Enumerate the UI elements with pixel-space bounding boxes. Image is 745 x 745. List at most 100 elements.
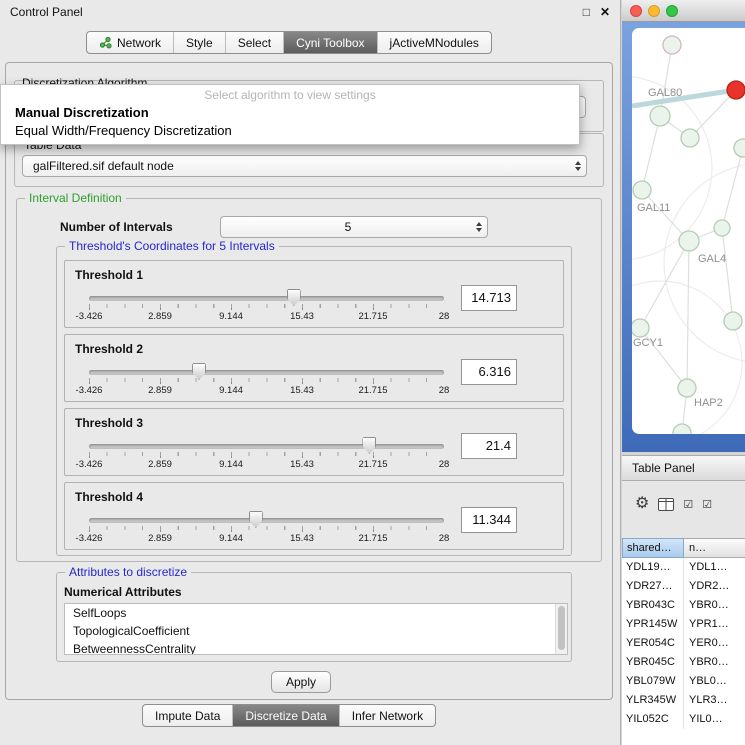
close-icon[interactable]: ✕ <box>600 5 610 19</box>
slider-scale: -3.4262.8599.14415.4321.71528 <box>89 533 444 545</box>
threshold-slider[interactable]: -3.4262.8599.14415.4321.71528 <box>89 437 444 473</box>
slider-track[interactable] <box>89 296 444 301</box>
attribute-list-item[interactable]: TopologicalCoefficient <box>65 622 567 640</box>
column-header-shared-name[interactable]: shared… <box>622 538 684 558</box>
table-row[interactable]: YBR045CYBR0… <box>622 653 745 672</box>
scale-tick-label: -3.426 <box>76 311 103 322</box>
select-all-rows-icon[interactable]: ☑ <box>683 498 693 511</box>
threshold-slider[interactable]: -3.4262.8599.14415.4321.71528 <box>89 363 444 399</box>
tab-select[interactable]: Select <box>225 32 283 53</box>
network-node[interactable] <box>681 129 699 147</box>
dropdown-option-equal-width-frequency[interactable]: Equal Width/Frequency Discretization <box>1 122 579 144</box>
scale-tick-label: 21.715 <box>358 385 387 396</box>
threshold-value-field[interactable]: 11.344 <box>461 507 517 533</box>
network-node[interactable] <box>734 139 745 157</box>
table-panel-toolbar: ⚙ ☑ ☑ <box>622 491 745 517</box>
network-edge[interactable] <box>722 228 733 321</box>
table-cell[interactable]: YDR27… <box>622 577 684 596</box>
network-node[interactable] <box>632 319 649 337</box>
dropdown-option-manual-discretization[interactable]: Manual Discretization <box>1 104 579 122</box>
mac-minimize-button[interactable] <box>648 5 660 17</box>
network-node[interactable] <box>724 312 742 330</box>
table-cell[interactable]: YBR043C <box>622 596 684 615</box>
threshold-value-field[interactable]: 21.4 <box>461 433 517 459</box>
network-edge[interactable] <box>722 148 743 228</box>
list-scrollbar[interactable] <box>555 604 567 654</box>
threshold-label: Threshold 3 <box>75 416 143 430</box>
threshold-slider[interactable]: -3.4262.8599.14415.4321.71528 <box>89 511 444 547</box>
tab-network[interactable]: Network <box>87 32 173 53</box>
network-node[interactable] <box>633 181 651 199</box>
table-data-combobox[interactable]: galFiltered.sif default node <box>22 155 587 177</box>
numerical-attributes-list[interactable]: SelfLoopsTopologicalCoefficientBetweenne… <box>64 603 568 655</box>
tab-style[interactable]: Style <box>173 32 225 53</box>
control-panel-titlebar: Control Panel □ ✕ <box>0 0 620 24</box>
network-node[interactable] <box>663 36 681 54</box>
table-cell[interactable]: YIL052C <box>622 710 684 729</box>
network-canvas[interactable]: GAL80GAL11GAL4GCY1HAP2 <box>632 28 745 434</box>
network-node[interactable] <box>714 220 730 236</box>
table-cell[interactable]: YDL19… <box>622 558 684 577</box>
scale-tick-label: 2.859 <box>148 459 172 470</box>
network-edge[interactable] <box>660 45 672 116</box>
table-row[interactable]: YIL052CYIL0… <box>622 710 745 729</box>
table-row[interactable]: YBL079WYBL0… <box>622 672 745 691</box>
table-row[interactable]: YER054CYER0… <box>622 634 745 653</box>
table-cell[interactable]: YBR0… <box>684 653 745 672</box>
network-node[interactable] <box>673 424 691 434</box>
table-row[interactable]: YBR043CYBR0… <box>622 596 745 615</box>
table-cell[interactable]: YPR145W <box>622 615 684 634</box>
mac-close-button[interactable] <box>630 5 642 17</box>
table-row[interactable]: YLR345WYLR3… <box>622 691 745 710</box>
network-canvas-svg[interactable]: GAL80GAL11GAL4GCY1HAP2 <box>632 28 745 434</box>
columns-icon[interactable] <box>658 498 674 511</box>
network-edge[interactable] <box>687 241 689 388</box>
threshold-value-field[interactable]: 6.316 <box>461 359 517 385</box>
table-cell[interactable]: YDL1… <box>684 558 745 577</box>
threshold-rows: Threshold 1 -3.4262.8599.14415.4321.7152… <box>64 260 564 556</box>
threshold-slider[interactable]: -3.4262.8599.14415.4321.71528 <box>89 289 444 325</box>
gear-icon[interactable]: ⚙ <box>635 496 649 512</box>
table-cell[interactable]: YPR1… <box>684 615 745 634</box>
table-cell[interactable]: YIL0… <box>684 710 745 729</box>
float-window-icon[interactable]: □ <box>583 5 590 19</box>
table-row[interactable]: YPR145WYPR1… <box>622 615 745 634</box>
network-node[interactable] <box>679 231 699 251</box>
attribute-list-item[interactable]: SelfLoops <box>65 604 567 622</box>
select-columns-icon[interactable]: ☑ <box>702 498 712 511</box>
number-of-intervals-combobox[interactable]: 5 <box>220 216 488 238</box>
network-node-selected[interactable] <box>727 81 745 99</box>
network-edge[interactable] <box>642 116 660 190</box>
table-cell[interactable]: YBL079W <box>622 672 684 691</box>
tab-discretize-data[interactable]: Discretize Data <box>232 705 338 726</box>
tab-cyni-toolbox[interactable]: Cyni Toolbox <box>283 32 376 53</box>
table-cell[interactable]: YBL0… <box>684 672 745 691</box>
table-row[interactable]: YDR27…YDR2… <box>622 577 745 596</box>
slider-track[interactable] <box>89 518 444 523</box>
attribute-list-item[interactable]: BetweennessCentrality <box>65 640 567 655</box>
table-cell[interactable]: YBR0… <box>684 596 745 615</box>
table-cell[interactable]: YLR345W <box>622 691 684 710</box>
network-node[interactable] <box>650 106 670 126</box>
tab-impute-data[interactable]: Impute Data <box>143 705 232 726</box>
column-header-name[interactable]: n… <box>684 538 745 558</box>
apply-button[interactable]: Apply <box>271 671 331 693</box>
tab-jactivemnodules[interactable]: jActiveMNodules <box>377 32 491 53</box>
slider-track[interactable] <box>89 370 444 375</box>
network-node[interactable] <box>678 379 696 397</box>
control-panel-title: Control Panel <box>10 5 83 19</box>
threshold-value-field[interactable]: 14.713 <box>461 285 517 311</box>
scale-tick-label: 28 <box>439 311 450 322</box>
slider-track[interactable] <box>89 444 444 449</box>
table-cell[interactable]: YLR3… <box>684 691 745 710</box>
table-cell[interactable]: YER0… <box>684 634 745 653</box>
table-cell[interactable]: YDR2… <box>684 577 745 596</box>
table-row[interactable]: YDL19…YDL1… <box>622 558 745 577</box>
table-panel-title: Table Panel <box>632 461 695 475</box>
table-cell[interactable]: YER054C <box>622 634 684 653</box>
tab-infer-network[interactable]: Infer Network <box>339 705 435 726</box>
slider-scale: -3.4262.8599.14415.4321.71528 <box>89 311 444 323</box>
scrollbar-thumb[interactable] <box>558 606 565 650</box>
mac-zoom-button[interactable] <box>666 5 678 17</box>
table-cell[interactable]: YBR045C <box>622 653 684 672</box>
